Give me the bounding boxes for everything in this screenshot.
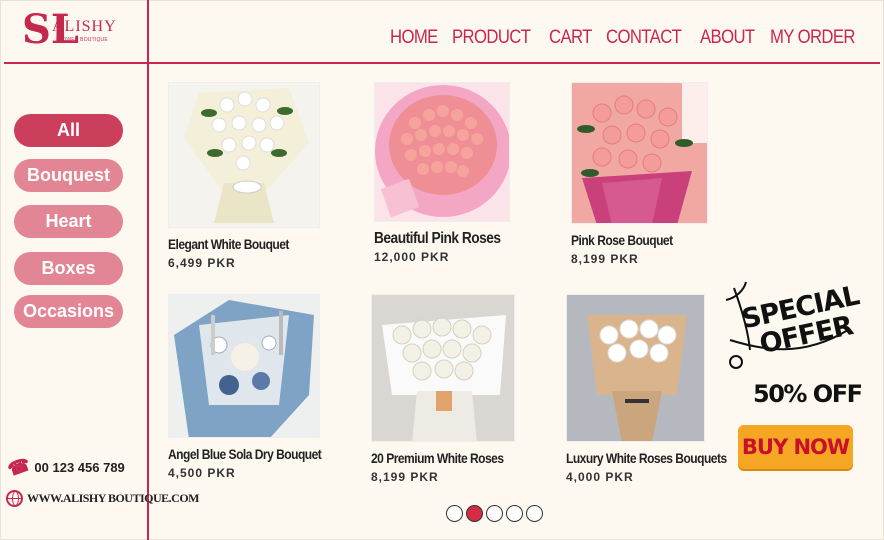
product-image[interactable]: [571, 82, 708, 224]
category-occasions-button[interactable]: Occasions: [14, 295, 123, 328]
page-dot[interactable]: [486, 505, 503, 522]
blue-sola-bouquet-image: [174, 300, 314, 437]
product-title[interactable]: Pink Rose Bouquet: [571, 232, 673, 248]
product-card[interactable]: Angel Blue Sola Dry Bouquet 4,500 PKR: [168, 294, 346, 480]
white-bouquet-image: [184, 88, 309, 223]
category-all-button[interactable]: All: [14, 114, 123, 147]
brand-name: ALISHY: [52, 18, 117, 35]
offer-discount: 50% OFF: [753, 380, 863, 408]
buy-now-button[interactable]: BUY NOW: [738, 425, 853, 469]
product-title[interactable]: 20 Premium White Roses: [371, 450, 504, 466]
product-image[interactable]: [374, 82, 510, 222]
product-price: 8,199 PKR: [571, 252, 639, 266]
product-price: 4,000 PKR: [566, 470, 634, 484]
nav-cart[interactable]: CART: [549, 27, 592, 49]
sidebar-divider: [147, 0, 149, 540]
page-dot[interactable]: [506, 505, 523, 522]
pagination: [446, 505, 543, 522]
pink-rose-bouquet-image: [577, 83, 707, 223]
category-bouquest-button[interactable]: Bouquest: [14, 159, 123, 192]
product-image[interactable]: [168, 82, 320, 228]
product-title[interactable]: Elegant White Bouquet: [168, 236, 289, 252]
phone-icon: ☎: [5, 453, 33, 481]
white-roses-image: [382, 315, 506, 441]
brand-tagline: FLOWER BOUTIQUE: [56, 37, 108, 43]
page-dot-active[interactable]: [466, 505, 483, 522]
product-card[interactable]: 20 Premium White Roses 8,199 PKR: [371, 294, 525, 484]
product-price: 12,000 PKR: [374, 250, 450, 264]
product-card[interactable]: Beautiful Pink Roses 12,000 PKR: [374, 82, 521, 264]
product-price: 4,500 PKR: [168, 466, 236, 480]
product-title[interactable]: Luxury White Roses Bouquets: [566, 450, 727, 466]
nav-my-order[interactable]: MY ORDER: [770, 27, 855, 49]
website-url: WWW.ALISHY BOUTIQUE.COM: [27, 491, 199, 505]
category-boxes-button[interactable]: Boxes: [14, 252, 123, 285]
brand-logo[interactable]: SL ALISHY FLOWER BOUTIQUE: [22, 6, 132, 56]
product-price: 8,199 PKR: [371, 470, 439, 484]
product-title[interactable]: Angel Blue Sola Dry Bouquet: [168, 446, 322, 462]
category-heart-button[interactable]: Heart: [14, 205, 123, 238]
product-title[interactable]: Beautiful Pink Roses: [374, 230, 501, 248]
nav-about[interactable]: ABOUT: [700, 27, 755, 49]
nav-product[interactable]: PRODUCT: [452, 27, 531, 49]
special-offer-banner[interactable]: SPECIAL OFFER 50% OFF: [722, 280, 863, 420]
main-nav: HOME PRODUCT CART CONTACT ABOUT MY ORDER: [390, 27, 858, 49]
contact-website[interactable]: WWW.ALISHY BOUTIQUE.COM: [6, 490, 199, 507]
luxury-white-roses-image: [567, 295, 704, 441]
phone-number: 00 123 456 789: [34, 460, 125, 475]
page-dot[interactable]: [526, 505, 543, 522]
pink-roses-image: [375, 85, 509, 218]
contact-phone[interactable]: ☎ 00 123 456 789: [5, 453, 125, 481]
globe-icon: [6, 490, 23, 507]
product-image[interactable]: [371, 294, 515, 442]
product-card[interactable]: Pink Rose Bouquet 8,199 PKR: [571, 82, 708, 266]
product-card[interactable]: Elegant White Bouquet 6,499 PKR: [168, 82, 320, 270]
header-divider: [4, 62, 880, 64]
nav-contact[interactable]: CONTACT: [606, 27, 682, 49]
product-image[interactable]: [566, 294, 705, 442]
product-image[interactable]: [168, 294, 320, 438]
page-dot[interactable]: [446, 505, 463, 522]
product-price: 6,499 PKR: [168, 256, 236, 270]
nav-home[interactable]: HOME: [390, 27, 438, 49]
